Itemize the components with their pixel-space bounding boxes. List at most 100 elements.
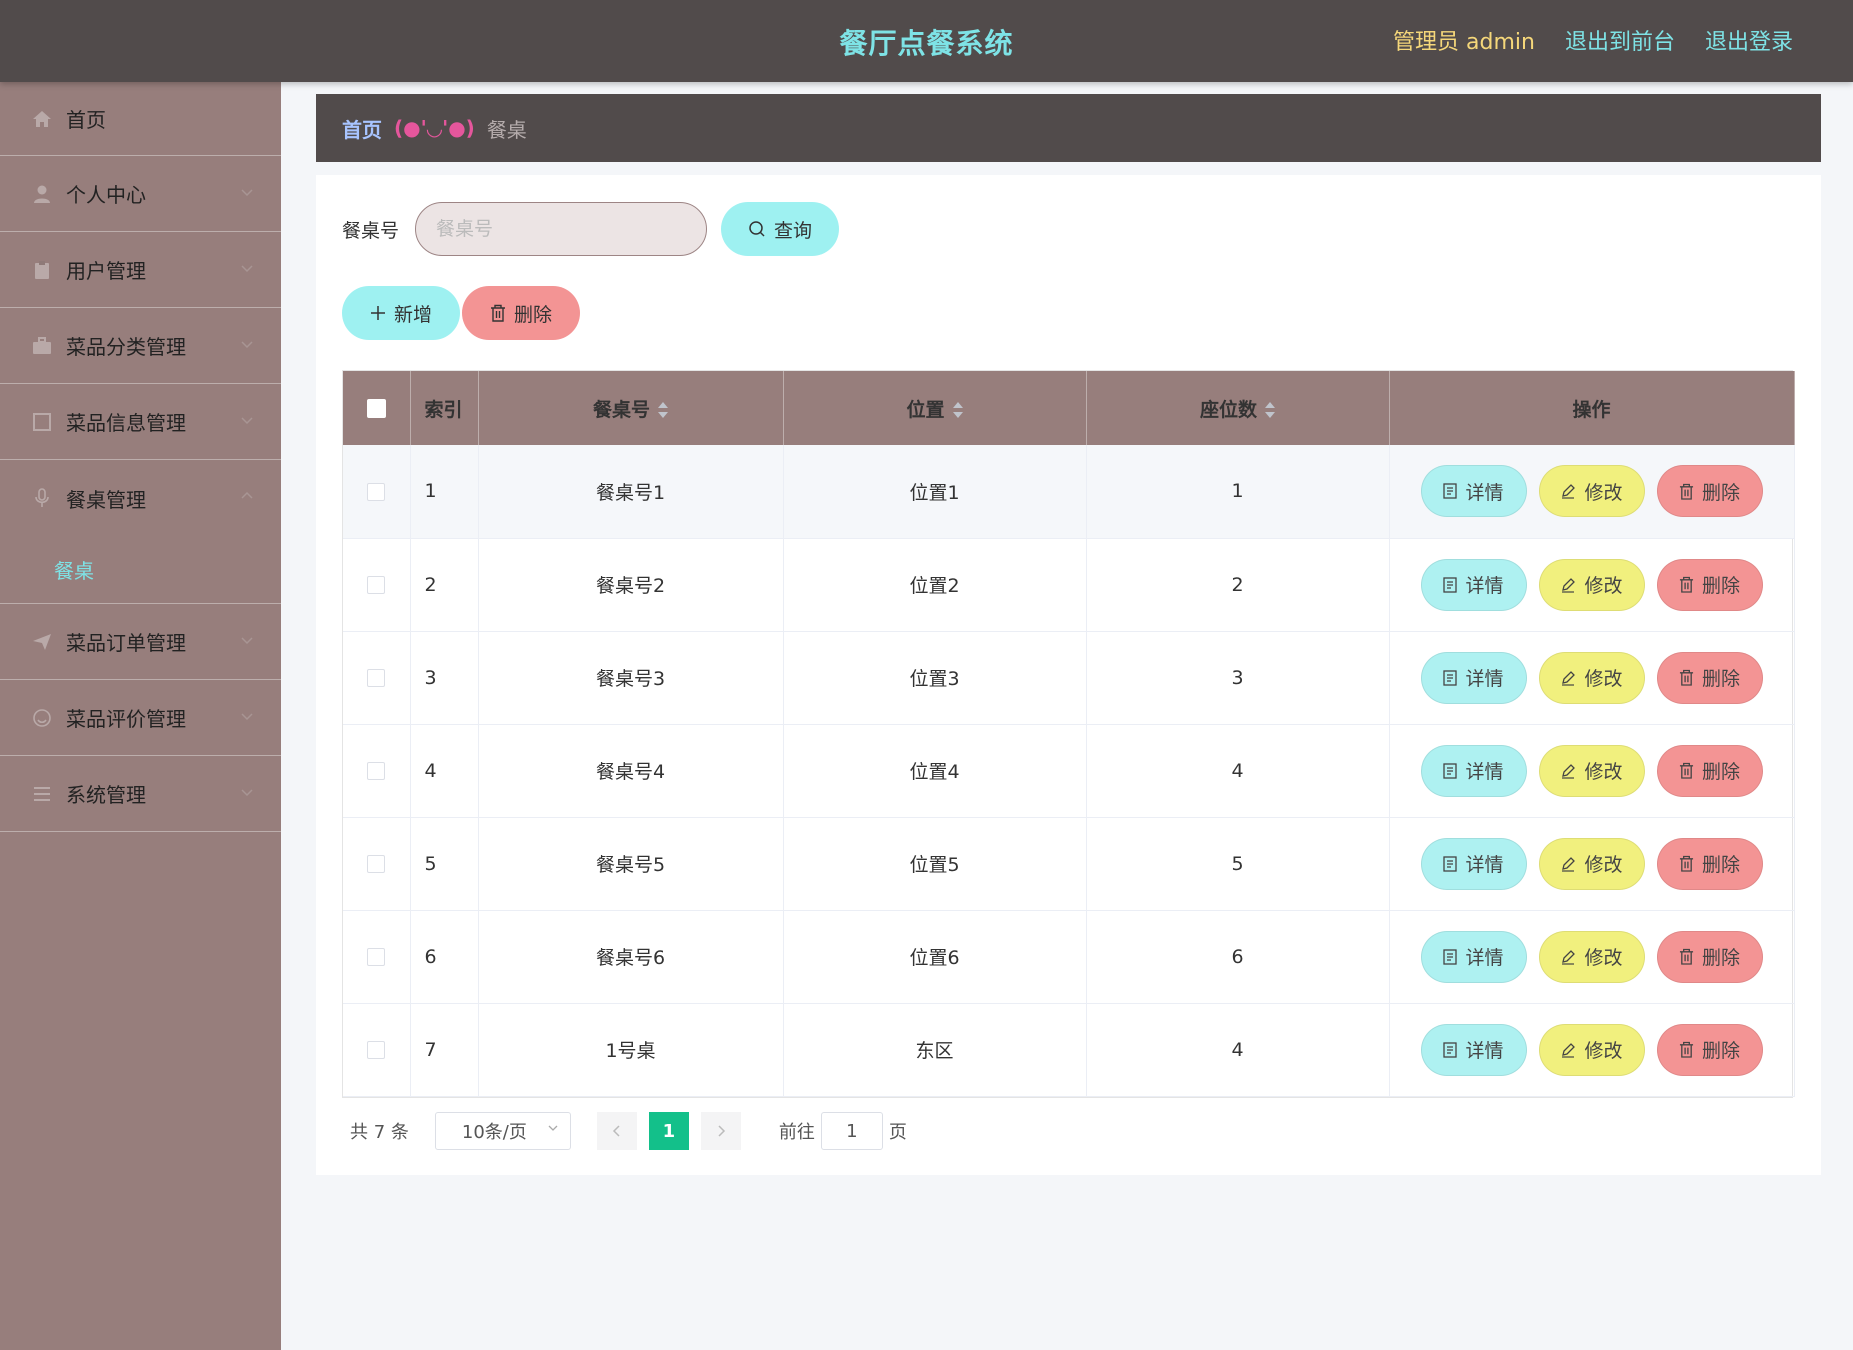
table-row[interactable]: 3 餐桌号3 位置3 3 详情 修改 删除	[343, 631, 1795, 725]
table-row[interactable]: 6 餐桌号6 位置6 6 详情 修改 删除	[343, 910, 1795, 1004]
sidebar-item-dish-info[interactable]: 菜品信息管理	[0, 384, 281, 460]
detail-button[interactable]: 详情	[1420, 558, 1527, 611]
select-all-checkbox[interactable]	[366, 399, 386, 418]
edit-button[interactable]: 修改	[1538, 651, 1645, 704]
logout-link[interactable]: 退出登录	[1705, 24, 1793, 56]
edit-button[interactable]: 修改	[1538, 837, 1645, 890]
delete-button[interactable]: 删除	[1656, 1023, 1763, 1076]
batch-delete-button[interactable]: 删除	[462, 286, 580, 340]
trash-icon	[1679, 762, 1694, 779]
delete-button[interactable]: 删除	[1656, 930, 1763, 983]
cell-ops: 详情 修改 删除	[1389, 910, 1795, 1004]
detail-button[interactable]: 详情	[1420, 837, 1527, 890]
cell-location: 位置6	[783, 910, 1087, 1004]
chevron-down-icon	[241, 637, 253, 645]
detail-button[interactable]: 详情	[1420, 465, 1527, 518]
row-checkbox[interactable]	[367, 762, 386, 780]
header-ops: 操作	[1389, 371, 1795, 445]
edit-icon	[1562, 856, 1576, 872]
sidebar-item-table-management[interactable]: 餐桌管理	[0, 460, 281, 536]
row-select-cell	[343, 724, 411, 818]
table-row[interactable]: 1 餐桌号1 位置1 1 详情 修改 删除	[343, 445, 1795, 539]
sidebar-item-dish-category[interactable]: 菜品分类管理	[0, 308, 281, 384]
edit-button[interactable]: 修改	[1538, 1023, 1645, 1076]
detail-button-label: 详情	[1465, 1040, 1504, 1062]
next-page-button[interactable]	[700, 1112, 741, 1150]
trash-icon	[1679, 669, 1694, 686]
sidebar-item-label: 餐桌管理	[66, 487, 146, 512]
back-to-front-link[interactable]: 退出到前台	[1565, 24, 1675, 56]
page-size-select[interactable]: 10条/页	[434, 1112, 571, 1150]
chevron-down-icon	[241, 189, 253, 197]
cell-table-no: 餐桌号6	[478, 910, 784, 1004]
chevron-down-icon	[241, 713, 253, 721]
sidebar-item-label: 菜品分类管理	[66, 335, 186, 359]
cell-table-no: 餐桌号1	[478, 445, 784, 539]
trash-icon	[1679, 1041, 1694, 1058]
main-panel: 餐桌号 查询 新增 删除 索引 餐桌号	[316, 175, 1821, 1175]
sidebar-item-system[interactable]: 系统管理	[0, 756, 281, 832]
cell-index: 7	[410, 1003, 479, 1097]
document-icon	[1443, 762, 1458, 779]
table-row[interactable]: 2 餐桌号2 位置2 2 详情 修改 删除	[343, 538, 1795, 632]
row-checkbox[interactable]	[367, 482, 386, 501]
table-row[interactable]: 7 1号桌 东区 4 详情 修改 删除	[343, 1003, 1795, 1097]
edit-button-label: 修改	[1584, 854, 1623, 876]
header-table-no[interactable]: 餐桌号	[478, 371, 784, 445]
row-checkbox[interactable]	[367, 1041, 386, 1059]
top-links: 管理员 admin 退出到前台 退出登录	[1393, 24, 1793, 56]
goto-page-input[interactable]	[820, 1112, 883, 1150]
edit-button[interactable]: 修改	[1538, 558, 1645, 611]
cell-index: 6	[410, 910, 479, 1004]
delete-button[interactable]: 删除	[1656, 651, 1763, 704]
row-checkbox[interactable]	[367, 576, 386, 594]
detail-button[interactable]: 详情	[1420, 651, 1527, 704]
delete-button-label: 删除	[1701, 668, 1740, 690]
document-icon	[1443, 483, 1458, 499]
header-index: 索引	[410, 371, 479, 445]
sidebar-item-personal-center[interactable]: 个人中心	[0, 156, 281, 232]
page-number-current[interactable]: 1	[648, 1112, 689, 1150]
edit-button[interactable]: 修改	[1538, 744, 1645, 797]
edit-button[interactable]: 修改	[1538, 930, 1645, 983]
delete-button[interactable]: 删除	[1656, 558, 1763, 611]
header-location-label: 位置	[906, 398, 945, 421]
sidebar-subitem-table[interactable]: 餐桌	[0, 536, 281, 604]
detail-button-label: 详情	[1465, 481, 1504, 504]
add-button[interactable]: 新增	[342, 286, 460, 340]
row-checkbox[interactable]	[367, 669, 386, 687]
header-seats[interactable]: 座位数	[1086, 371, 1390, 445]
sort-icon[interactable]	[952, 401, 963, 419]
sidebar-item-user-management[interactable]: 用户管理	[0, 232, 281, 308]
sort-icon[interactable]	[658, 401, 668, 419]
breadcrumb-home[interactable]: 首页	[342, 114, 382, 143]
delete-button[interactable]: 删除	[1656, 837, 1763, 890]
delete-button[interactable]: 删除	[1656, 465, 1763, 518]
detail-button[interactable]: 详情	[1420, 1023, 1527, 1076]
sidebar-item-home[interactable]: 首页	[0, 82, 281, 156]
cell-index: 4	[410, 724, 479, 818]
sort-icon[interactable]	[1265, 401, 1275, 419]
trash-icon	[1679, 483, 1694, 500]
sidebar-item-dish-reviews[interactable]: 菜品评价管理	[0, 680, 281, 756]
detail-button[interactable]: 详情	[1420, 744, 1527, 797]
cell-location: 位置4	[783, 724, 1087, 818]
search-input[interactable]	[415, 202, 708, 256]
table-row[interactable]: 5 餐桌号5 位置5 5 详情 修改 删除	[343, 817, 1795, 911]
sidebar-item-dish-orders[interactable]: 菜品订单管理	[0, 604, 281, 680]
sidebar: 首页 个人中心 用户管理 菜品分类管理 菜品信息管理 餐桌管理 餐桌 菜品订单管…	[0, 82, 281, 1350]
query-button[interactable]: 查询	[721, 202, 840, 256]
delete-button[interactable]: 删除	[1656, 744, 1763, 797]
delete-button-label: 删除	[1701, 481, 1740, 504]
cell-seats: 4	[1086, 724, 1390, 818]
row-checkbox[interactable]	[367, 855, 386, 873]
search-icon	[749, 221, 765, 237]
detail-button[interactable]: 详情	[1420, 930, 1527, 983]
edit-button-label: 修改	[1584, 947, 1623, 969]
header-location[interactable]: 位置	[783, 371, 1087, 445]
cell-ops: 详情 修改 删除	[1389, 1003, 1795, 1097]
table-row[interactable]: 4 餐桌号4 位置4 4 详情 修改 删除	[343, 724, 1795, 818]
row-checkbox[interactable]	[367, 948, 386, 966]
prev-page-button[interactable]	[596, 1112, 637, 1150]
edit-button[interactable]: 修改	[1538, 465, 1645, 518]
